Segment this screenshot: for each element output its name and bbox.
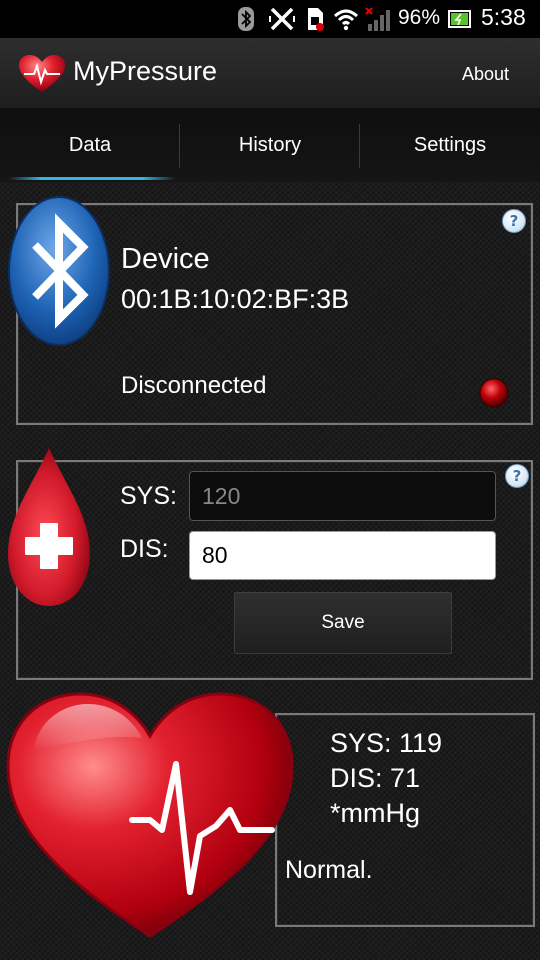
battery-icon (448, 10, 471, 28)
connection-status: Disconnected (121, 372, 267, 399)
status-bar: 96% 5:38 (0, 0, 540, 38)
bluetooth-icon (238, 7, 254, 31)
result-dis: DIS: 71 (330, 763, 421, 793)
input-help-icon[interactable]: ? (505, 464, 529, 488)
result-unit: *mmHg (330, 798, 421, 828)
blood-drop-icon (8, 448, 90, 606)
device-help-icon[interactable]: ? (502, 209, 526, 233)
dis-input[interactable]: 80 (189, 531, 496, 580)
result-classification: Normal. (285, 856, 373, 884)
selected-tab-indicator (8, 177, 176, 180)
heart-pulse-icon (6, 692, 294, 938)
result-sys: SYS: 119 (330, 728, 443, 758)
clock: 5:38 (481, 4, 526, 30)
battery-percent: 96% (398, 6, 441, 29)
status-led-icon (479, 378, 509, 408)
tab-settings[interactable]: Settings (360, 108, 540, 182)
save-button[interactable]: Save (234, 592, 452, 654)
signal-icon (365, 7, 390, 31)
app-title: MyPressure (73, 56, 218, 86)
device-address: 00:1B:10:02:BF:3B (121, 284, 350, 314)
tab-data[interactable]: Data (0, 108, 180, 182)
sim-icon (308, 8, 324, 31)
tab-history[interactable]: History (180, 108, 360, 182)
about-button[interactable]: About (462, 64, 509, 85)
bluetooth-icon (8, 196, 110, 346)
sys-input[interactable]: 120 (189, 471, 496, 521)
wifi-icon (333, 9, 359, 31)
tab-bar: Data History Settings (0, 108, 540, 182)
dis-label: DIS: (120, 535, 169, 563)
sys-label: SYS: (120, 482, 177, 510)
vibrate-icon (269, 7, 295, 31)
device-title: Device (121, 243, 210, 275)
action-bar: MyPressure About (0, 38, 540, 109)
app-heart-logo-icon[interactable] (18, 54, 66, 94)
